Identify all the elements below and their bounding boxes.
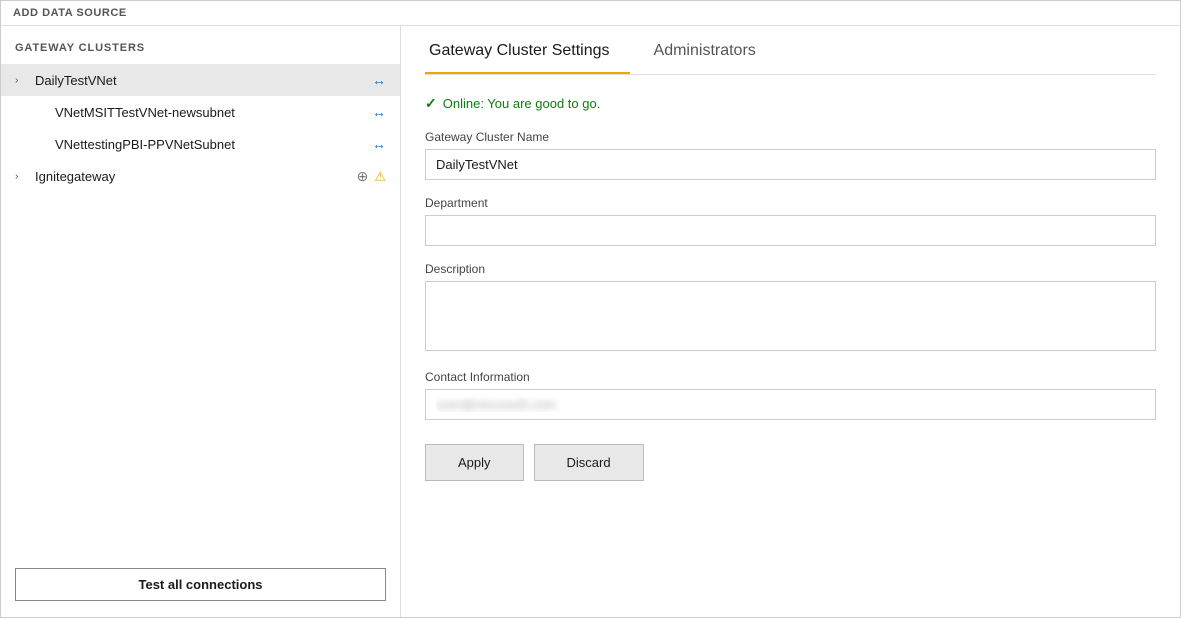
cluster-name-label: VNettestingPBI-PPVNetSubnet (55, 137, 366, 152)
field-label-contact-info: Contact Information (425, 370, 1156, 384)
form-group-department: Department (425, 196, 1156, 246)
gateway-clusters-label: GATEWAY CLUSTERS (1, 42, 400, 64)
tab-admins[interactable]: Administrators (650, 26, 776, 74)
cluster-item-vnet-testing[interactable]: VNettestingPBI-PPVNetSubnet ↔ (1, 128, 400, 160)
arrows-icon: ↔ (372, 104, 386, 120)
cloud-icon: ⊕ (357, 168, 369, 185)
status-text: Online: You are good to go. (443, 96, 601, 111)
chevron-icon: › (15, 75, 29, 86)
tabs: Gateway Cluster Settings Administrators (425, 26, 1156, 75)
cluster-item-ignite-gateway[interactable]: › Ignitegateway ⊕ ⚠ (1, 160, 400, 193)
form-actions: Apply Discard (425, 444, 1156, 481)
top-bar-label: ADD DATA SOURCE (13, 7, 127, 19)
cluster-item-vnet-msit[interactable]: VNetMSITTestVNet-newsubnet ↔ (1, 96, 400, 128)
cluster-item-daily-test-vnet[interactable]: › DailyTestVNet ↔ (1, 64, 400, 96)
field-input-description[interactable] (425, 281, 1156, 351)
checkmark-icon: ✓ (425, 95, 437, 112)
apply-button[interactable]: Apply (425, 444, 524, 481)
discard-button[interactable]: Discard (534, 444, 644, 481)
left-panel: GATEWAY CLUSTERS ›DailyTestVNet↔VNetMSIT… (1, 26, 401, 617)
field-input-cluster-name[interactable] (425, 149, 1156, 180)
warning-icon: ⚠ (374, 169, 386, 185)
field-input-contact-info[interactable] (425, 389, 1156, 420)
test-all-connections-button[interactable]: Test all connections (15, 568, 386, 601)
field-label-department: Department (425, 196, 1156, 210)
cluster-name-label: VNetMSITTestVNet-newsubnet (55, 105, 366, 120)
arrows-icon: ↔ (372, 136, 386, 152)
form-group-description: Description (425, 262, 1156, 354)
form-group-cluster-name: Gateway Cluster Name (425, 130, 1156, 180)
field-label-cluster-name: Gateway Cluster Name (425, 130, 1156, 144)
arrows-icon: ↔ (372, 72, 386, 88)
main-layout: GATEWAY CLUSTERS ›DailyTestVNet↔VNetMSIT… (1, 26, 1180, 617)
field-label-description: Description (425, 262, 1156, 276)
cluster-list: ›DailyTestVNet↔VNetMSITTestVNet-newsubne… (1, 64, 400, 550)
form-group-contact-info: Contact Information (425, 370, 1156, 420)
top-bar: ADD DATA SOURCE (1, 1, 1180, 26)
field-input-department[interactable] (425, 215, 1156, 246)
tab-settings[interactable]: Gateway Cluster Settings (425, 26, 630, 74)
chevron-icon: › (15, 171, 29, 182)
status-online: ✓ Online: You are good to go. (425, 95, 1156, 112)
cluster-name-label: DailyTestVNet (35, 73, 366, 88)
cluster-name-label: Ignitegateway (35, 169, 351, 184)
form-fields: Gateway Cluster Name Department Descriptio… (425, 130, 1156, 436)
right-panel: Gateway Cluster Settings Administrators ✓… (401, 26, 1180, 617)
